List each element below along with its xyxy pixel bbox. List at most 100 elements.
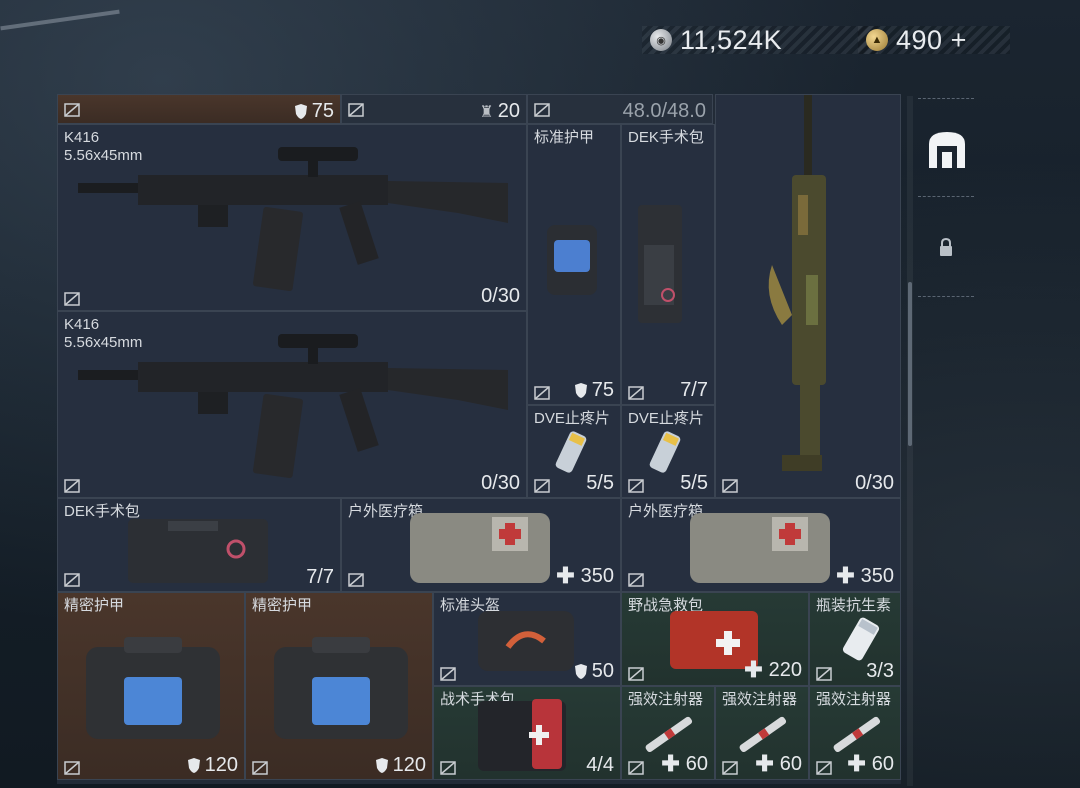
heal-value: 350: [860, 564, 894, 587]
partial-helmet-item[interactable]: ♜ 20: [341, 94, 527, 124]
no-insure-icon: [534, 479, 550, 493]
item-name: DVE止疼片: [628, 410, 704, 427]
weight-value: 48.0/48.0: [622, 100, 706, 122]
armor-vest-image: [547, 225, 597, 295]
no-insure-icon: [534, 386, 550, 400]
durability-value: 20: [497, 100, 520, 122]
surgery-kit-image: [638, 205, 682, 323]
shield-icon: [375, 758, 388, 773]
item-name: DVE止疼片: [534, 410, 610, 427]
no-insure-icon: [816, 667, 832, 681]
heal-plus-icon: ✚: [556, 563, 575, 588]
antibiotic-bottle-item[interactable]: 瓶装抗生素 3/3: [809, 592, 901, 686]
gold-currency[interactable]: ▲ 490 +: [858, 24, 1010, 56]
dve-painkiller-item[interactable]: DVE止疼片 5/5: [621, 405, 715, 498]
shield-icon: [294, 104, 307, 119]
gold-value: 490: [896, 24, 943, 55]
item-name: DEK手术包: [628, 129, 704, 146]
heal-plus-icon: ✚: [744, 657, 763, 682]
rifle-image: [78, 334, 508, 479]
lock-icon[interactable]: [938, 238, 954, 258]
potent-injector-item[interactable]: 强效注射器 ✚ 60: [715, 686, 809, 780]
medkit-bag-image: [410, 513, 550, 583]
add-gold-button[interactable]: +: [951, 25, 967, 56]
heal-plus-icon: ✚: [847, 751, 866, 776]
ammo-count: 0/30: [855, 472, 894, 494]
item-name: 精密护甲: [252, 597, 313, 614]
no-insure-icon: [722, 761, 738, 775]
uses-count: 7/7: [680, 379, 708, 401]
inventory-scrollbar-thumb[interactable]: [908, 282, 912, 446]
surgery-kit-image: [128, 519, 268, 583]
dve-painkiller-item[interactable]: DVE止疼片 5/5: [527, 405, 621, 498]
no-insure-icon: [64, 573, 80, 587]
silver-coin-icon: ◉: [650, 29, 672, 51]
inventory-grid: 75 ♜ 20 48.0/48.0 K416 5.56x45mm 0/30 K41…: [57, 94, 901, 784]
no-insure-icon: [628, 479, 644, 493]
antibiotic-bottle-image: [842, 617, 880, 661]
durability-icon: ♜: [479, 103, 494, 121]
no-insure-icon: [348, 103, 364, 117]
item-name: 强效注射器: [816, 691, 892, 708]
dek-surgery-kit-item[interactable]: DEK手术包 7/7: [57, 498, 341, 592]
heal-plus-icon: ✚: [755, 751, 774, 776]
tactical-kit-image: [478, 699, 566, 771]
no-insure-icon: [628, 573, 644, 587]
uses-count: 5/5: [680, 472, 708, 494]
k416-rifle-item[interactable]: K416 5.56x45mm 0/30: [57, 124, 527, 311]
k416-rifle-item[interactable]: K416 5.56x45mm 0/30: [57, 311, 527, 498]
medkit-bag-image: [690, 513, 830, 583]
heal-value: 350: [580, 564, 614, 587]
outdoor-medkit-item[interactable]: 户外医疗箱 ✚ 350: [621, 498, 901, 592]
divider: [918, 296, 974, 297]
safe-box-icon[interactable]: [925, 128, 969, 170]
partial-backpack-item[interactable]: 48.0/48.0: [527, 94, 713, 124]
divider: [918, 98, 974, 99]
no-insure-icon: [534, 103, 550, 117]
no-insure-icon: [628, 386, 644, 400]
no-insure-icon: [252, 761, 268, 775]
armor-value: 75: [591, 379, 614, 401]
armor-vest-image: [86, 637, 220, 739]
no-insure-icon: [64, 761, 80, 775]
armor-value: 75: [311, 100, 334, 122]
precision-armor-item[interactable]: 精密护甲 120: [57, 592, 245, 780]
pill-bottle-image: [555, 431, 587, 473]
no-insure-icon: [628, 761, 644, 775]
standard-armor-item[interactable]: 标准护甲 75: [527, 124, 621, 405]
item-name: 强效注射器: [722, 691, 798, 708]
heal-plus-icon: ✚: [836, 563, 855, 588]
camo-rifle-image: [768, 95, 826, 471]
dek-surgery-kit-item[interactable]: DEK手术包 7/7: [621, 124, 715, 405]
uses-count: 7/7: [306, 566, 334, 588]
heal-value: 60: [779, 752, 802, 775]
tactical-surgery-kit-item[interactable]: 战术手术包 4/4: [433, 686, 621, 780]
armor-vest-image: [274, 637, 408, 739]
silver-value: 11,524K: [680, 24, 783, 55]
potent-injector-item[interactable]: 强效注射器 ✚ 60: [621, 686, 715, 780]
silver-currency: ◉ 11,524K: [642, 24, 878, 55]
field-first-aid-item[interactable]: 野战急救包 ✚ 220: [621, 592, 809, 686]
no-insure-icon: [64, 479, 80, 493]
heal-value: 220: [768, 658, 802, 681]
item-name: 强效注射器: [628, 691, 704, 708]
shield-icon: [187, 758, 200, 773]
shield-icon: [574, 383, 587, 398]
shield-icon: [574, 664, 587, 679]
rifle-image: [78, 147, 508, 292]
potent-injector-item[interactable]: 强效注射器 ✚ 60: [809, 686, 901, 780]
helmet-bag-image: [478, 611, 574, 671]
no-insure-icon: [64, 292, 80, 306]
no-insure-icon: [816, 761, 832, 775]
uses-count: 5/5: [586, 472, 614, 494]
standard-helmet-item[interactable]: 标准头盔 50: [433, 592, 621, 686]
no-insure-icon: [348, 573, 364, 587]
heal-value: 60: [685, 752, 708, 775]
outdoor-medkit-item[interactable]: 户外医疗箱 ✚ 350: [341, 498, 621, 592]
no-insure-icon: [64, 103, 80, 117]
precision-armor-item[interactable]: 精密护甲 120: [245, 592, 433, 780]
heal-plus-icon: ✚: [661, 751, 680, 776]
no-insure-icon: [628, 667, 644, 681]
camo-rifle-item[interactable]: 0/30: [715, 94, 901, 498]
partial-armor-item[interactable]: 75: [57, 94, 341, 124]
